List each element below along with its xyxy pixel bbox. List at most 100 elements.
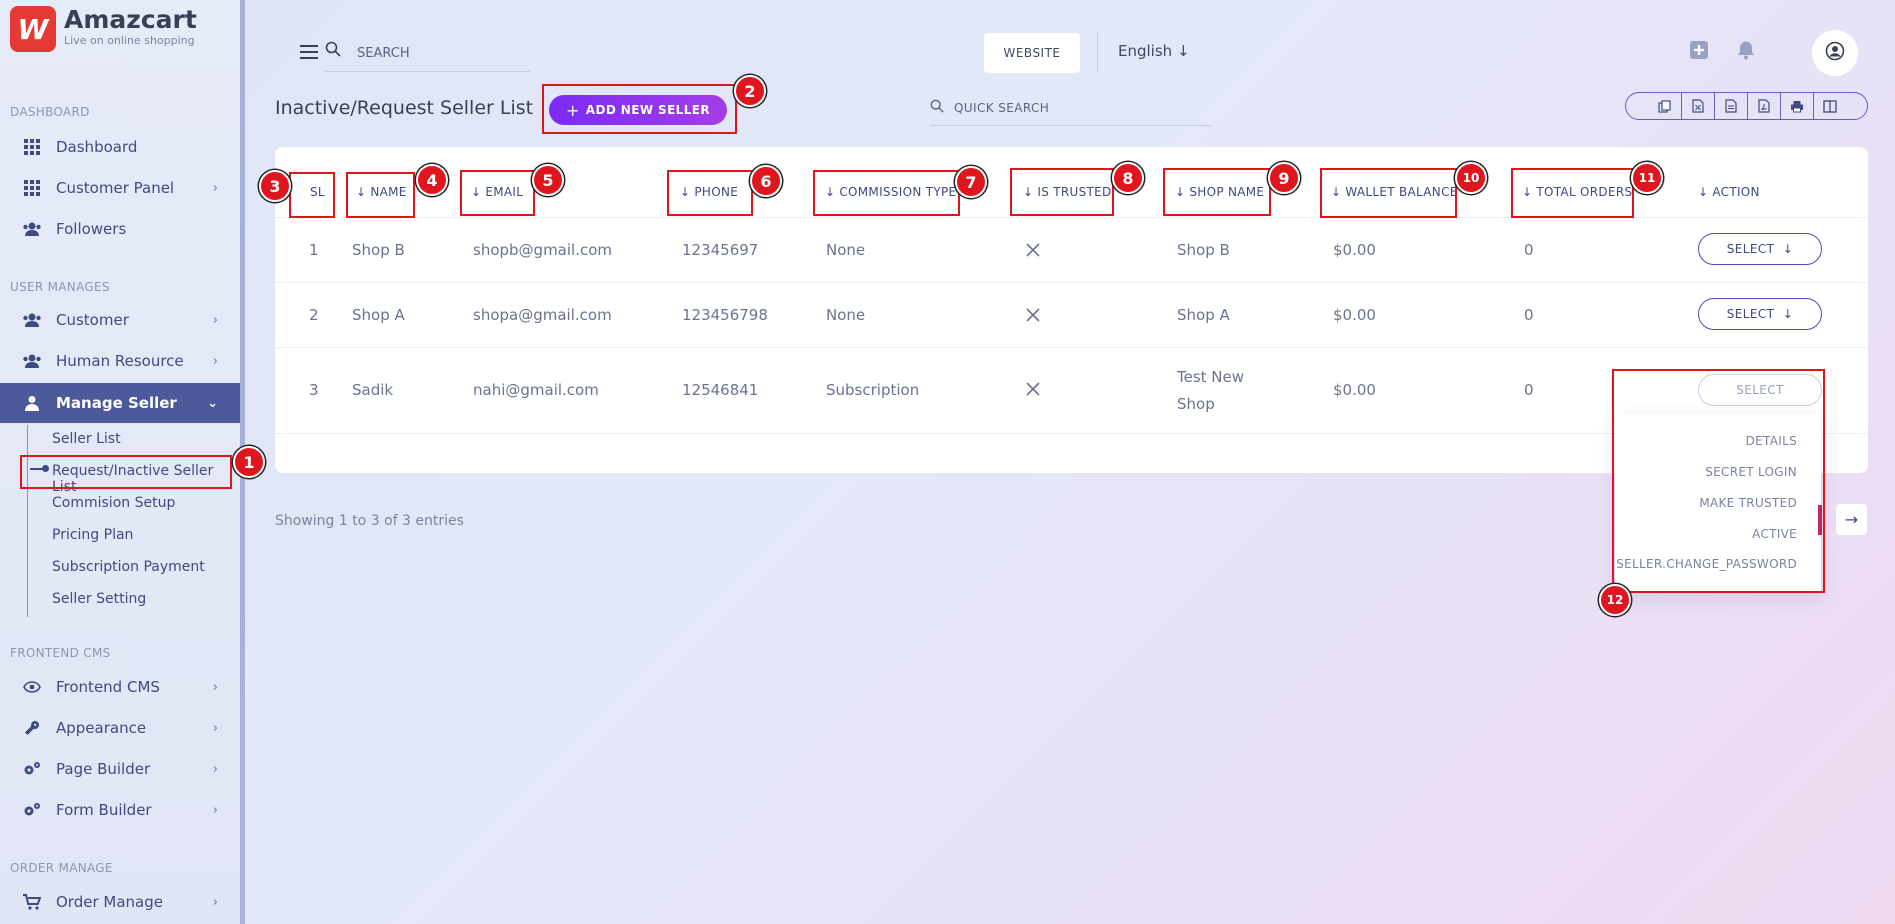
user-icon xyxy=(22,393,42,413)
sidebar-subitem-seller-list[interactable]: Seller List xyxy=(52,431,121,447)
pdf-icon[interactable] xyxy=(1746,93,1780,119)
cell-total-orders: 0 xyxy=(1524,241,1534,259)
annotation-badge: 6 xyxy=(750,165,782,197)
search-input[interactable] xyxy=(325,36,530,72)
close-icon xyxy=(1026,243,1040,257)
sidebar-item-page-builder[interactable]: Page Builder › xyxy=(0,749,240,789)
columns-icon[interactable] xyxy=(1812,93,1846,119)
annotation-box xyxy=(289,172,335,218)
section-title-frontend-cms: FRONTEND CMS xyxy=(10,646,111,660)
next-page-button[interactable]: → xyxy=(1836,504,1867,535)
sidebar-item-label: Dashboard xyxy=(56,138,138,156)
annotation-badge: 2 xyxy=(734,75,766,107)
page-title: Inactive/Request Seller List xyxy=(275,97,534,119)
sidebar-item-label: Appearance xyxy=(56,719,147,737)
chevron-right-icon: › xyxy=(212,802,218,818)
column-header-label: ACTION xyxy=(1712,185,1760,199)
select-label: SELECT xyxy=(1726,242,1775,256)
sidebar-subitem-pricing-plan[interactable]: Pricing Plan xyxy=(52,527,133,543)
chevron-down-icon: ⌄ xyxy=(207,395,218,411)
chevron-right-icon: › xyxy=(212,679,218,695)
annotation-badge: 10 xyxy=(1455,162,1487,194)
sidebar-item-label: Customer xyxy=(56,311,129,329)
cell-email: shopa@gmail.com xyxy=(473,306,612,324)
select-label: SELECT xyxy=(1726,307,1775,321)
copy-icon[interactable] xyxy=(1648,93,1681,119)
cell-sl: 1 xyxy=(309,241,319,259)
avatar[interactable] xyxy=(1812,30,1858,76)
cell-wallet-balance: $0.00 xyxy=(1333,381,1376,399)
cell-commission-type: None xyxy=(826,241,866,259)
sidebar-subitem-commision-setup[interactable]: Commision Setup xyxy=(52,495,175,511)
sidebar-item-followers[interactable]: Followers xyxy=(0,209,240,249)
sidebar-item-label: Page Builder xyxy=(56,760,151,778)
sidebar-item-label: Followers xyxy=(56,220,127,238)
sidebar-item-label: Form Builder xyxy=(56,801,152,819)
row-divider xyxy=(275,347,1868,348)
brand[interactable]: W Amazcart Live on online shopping xyxy=(10,6,197,52)
csv-icon[interactable] xyxy=(1713,93,1747,119)
column-header-action[interactable]: ↓ ACTION xyxy=(1698,185,1760,199)
sidebar-item-dashboard[interactable]: Dashboard xyxy=(0,127,240,167)
annotation-box xyxy=(1320,168,1457,218)
chevron-right-icon: › xyxy=(212,180,218,196)
cell-email: shopb@gmail.com xyxy=(473,241,613,259)
quick-search-input[interactable] xyxy=(930,90,1212,126)
annotation-box xyxy=(20,455,232,489)
sidebar-item-form-builder[interactable]: Form Builder › xyxy=(0,790,240,830)
bell-icon[interactable] xyxy=(1736,40,1756,64)
close-icon xyxy=(1026,308,1040,322)
sidebar-item-order-manage[interactable]: Order Manage › xyxy=(0,882,240,922)
sidebar-subitem-subscription-payment[interactable]: Subscription Payment xyxy=(52,559,205,575)
cell-total-orders: 0 xyxy=(1524,306,1534,324)
language-select[interactable]: English ↓ xyxy=(1118,42,1190,60)
excel-icon[interactable] xyxy=(1680,93,1714,119)
arrow-down-icon: ↓ xyxy=(1176,42,1190,60)
sidebar-item-label: Order Manage xyxy=(56,893,163,911)
entries-info: Showing 1 to 3 of 3 entries xyxy=(275,513,464,529)
cell-sl: 3 xyxy=(309,381,319,399)
submenu-line xyxy=(27,425,28,617)
sidebar-item-label: Manage Seller xyxy=(56,394,177,412)
select-action-button[interactable]: SELECT ↓ xyxy=(1698,233,1822,265)
print-icon[interactable] xyxy=(1779,93,1813,119)
users-icon xyxy=(22,310,42,330)
chevron-right-icon: › xyxy=(212,720,218,736)
arrow-down-icon: ↓ xyxy=(1782,242,1794,256)
cell-name: Shop B xyxy=(352,241,405,259)
cell-total-orders: 0 xyxy=(1524,381,1534,399)
sidebar-item-frontend-cms[interactable]: Frontend CMS › xyxy=(0,667,240,707)
annotation-badge: 11 xyxy=(1631,162,1663,194)
header-divider xyxy=(1097,32,1098,72)
section-title-dashboard: DASHBOARD xyxy=(10,105,90,119)
website-button[interactable]: WEBSITE xyxy=(984,33,1080,73)
row-divider xyxy=(275,282,1868,283)
cell-commission-type: None xyxy=(826,306,866,324)
cell-shop-name: Shop A xyxy=(1177,306,1230,324)
chevron-right-icon: › xyxy=(212,761,218,777)
annotation-box xyxy=(1511,168,1634,218)
plus-square-icon[interactable] xyxy=(1689,40,1709,64)
cell-phone: 12345697 xyxy=(682,241,759,259)
annotation-box xyxy=(667,170,753,216)
annotation-box xyxy=(460,170,535,216)
cell-name: Shop A xyxy=(352,306,405,324)
sidebar-item-human-resource[interactable]: Human Resource › xyxy=(0,341,240,381)
chevron-right-icon: › xyxy=(212,312,218,328)
sidebar-item-manage-seller[interactable]: Manage Seller ⌄ xyxy=(0,383,240,423)
cart-icon xyxy=(22,892,42,912)
menu-toggle-icon[interactable] xyxy=(300,45,318,59)
section-title-user-manages: USER MANAGES xyxy=(10,280,110,294)
eye-icon xyxy=(22,677,42,697)
cell-sl: 2 xyxy=(309,306,319,324)
sidebar-item-customer[interactable]: Customer › xyxy=(0,300,240,340)
cell-shop-name: Shop B xyxy=(1177,241,1230,259)
cell-shop-name-line2: Shop xyxy=(1177,395,1215,413)
select-action-button[interactable]: SELECT ↓ xyxy=(1698,298,1822,330)
sidebar-item-customer-panel[interactable]: Customer Panel › xyxy=(0,168,240,208)
sidebar-item-label: Customer Panel xyxy=(56,179,175,197)
sidebar-subitem-seller-setting[interactable]: Seller Setting xyxy=(52,591,146,607)
export-toolbar xyxy=(1625,92,1868,120)
annotation-badge: 5 xyxy=(532,164,564,196)
sidebar-item-appearance[interactable]: Appearance › xyxy=(0,708,240,748)
